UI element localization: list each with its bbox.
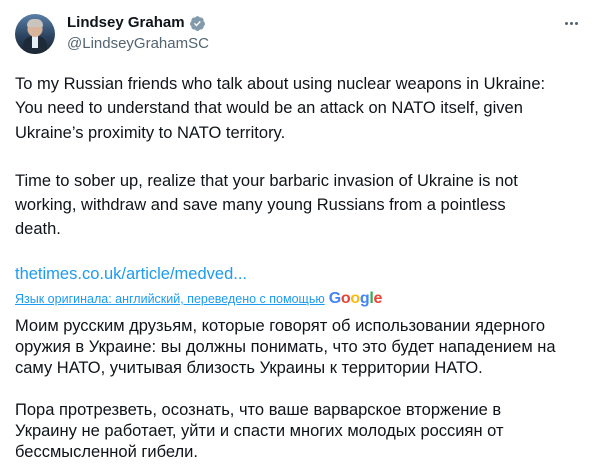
tweet-paragraph: To my Russian friends who talk about usi…	[15, 75, 546, 142]
google-logo: Google	[328, 290, 383, 307]
avatar-shirt	[32, 36, 38, 48]
more-dot	[569, 21, 573, 25]
avatar[interactable]	[15, 14, 55, 54]
author-name-row: Lindsey Graham	[67, 13, 206, 33]
translation-attribution: Язык оригинала: английский, переведено с…	[15, 290, 382, 308]
translated-paragraph: Моим русским друзьям, которые говорят об…	[15, 317, 556, 377]
tweet-header: Lindsey Graham @LindseyGrahamSC	[15, 10, 584, 58]
translation-label[interactable]: Язык оригинала: английский, переведено с…	[15, 290, 325, 308]
author-name[interactable]: Lindsey Graham	[67, 13, 185, 33]
translated-text: Моим русским друзьям, которые говорят об…	[15, 316, 587, 463]
tweet-paragraph: Time to sober up, realize that your barb…	[15, 171, 518, 239]
more-dot	[574, 21, 578, 25]
tweet-text: To my Russian friends who talk about usi…	[15, 72, 587, 242]
verified-badge-icon	[189, 15, 206, 32]
more-dot	[564, 21, 568, 25]
article-link[interactable]: thetimes.co.uk/article/medved...	[15, 262, 247, 286]
more-options-icon[interactable]	[560, 14, 582, 32]
author-handle[interactable]: @LindseyGrahamSC	[67, 34, 209, 54]
translated-paragraph: Пора протрезветь, осознать, что ваше вар…	[15, 401, 504, 461]
avatar-hair	[27, 19, 43, 27]
